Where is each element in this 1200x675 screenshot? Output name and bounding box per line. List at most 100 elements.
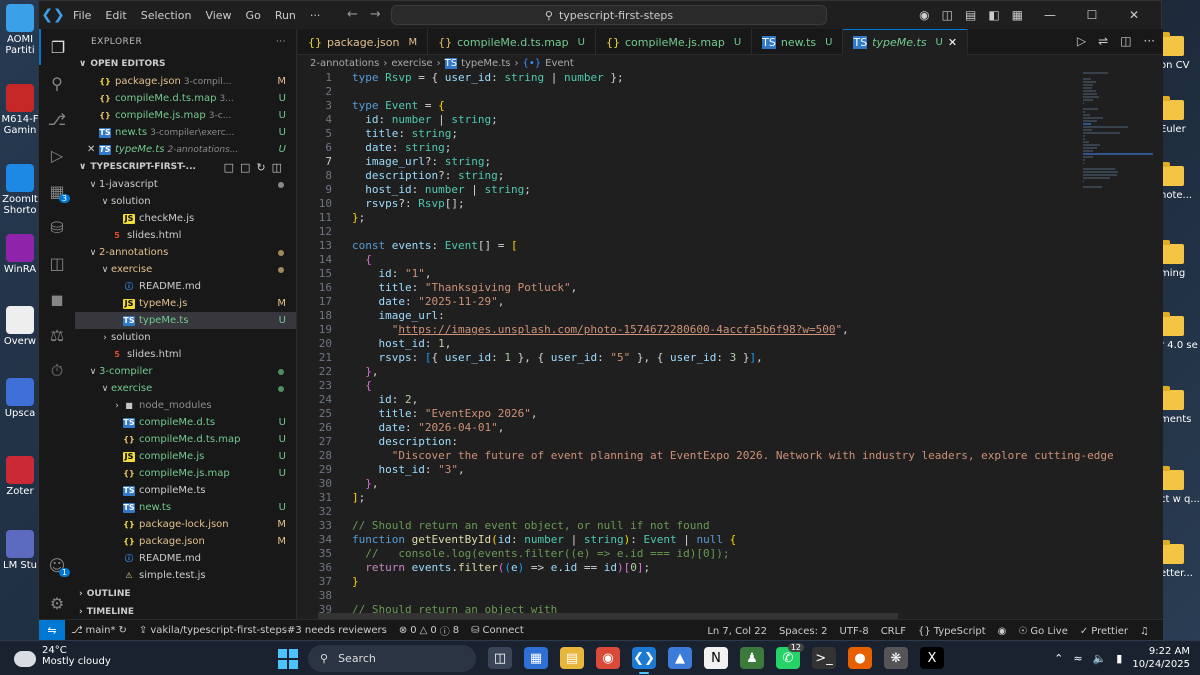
menu-item[interactable]: Run: [275, 9, 296, 22]
notifications-bell-icon[interactable]: ♫: [1134, 626, 1155, 637]
close-button[interactable]: ✕: [1119, 8, 1149, 22]
file-explorer-icon[interactable]: ▤: [560, 647, 584, 669]
minimap[interactable]: [1083, 71, 1153, 231]
copilot-icon[interactable]: ◉: [919, 8, 929, 22]
customize-layout-icon[interactable]: ▦: [1012, 8, 1023, 22]
file-item[interactable]: JS typeMe.js M: [75, 295, 296, 312]
firefox-icon[interactable]: ●: [848, 647, 872, 669]
menu-item[interactable]: Selection: [141, 9, 192, 22]
menu-item[interactable]: File: [73, 9, 91, 22]
desktop-shortcut[interactable]: M614-F Gamin: [0, 84, 40, 136]
breadcrumb-item[interactable]: exercise: [391, 58, 432, 69]
database-icon[interactable]: ⛁: [39, 209, 75, 245]
tab-typeMe-ts[interactable]: TS typeMe.ts U ✕: [843, 29, 969, 55]
accounts-icon[interactable]: ☺ 1: [39, 547, 75, 583]
folder-item[interactable]: ∨ 1-javascript: [75, 176, 296, 193]
outline-header[interactable]: › OUTLINE: [75, 585, 296, 603]
file-item[interactable]: 5 slides.html: [75, 227, 296, 244]
branch-indicator[interactable]: ⎇ main* ↻: [65, 625, 133, 636]
file-item[interactable]: ⓘ README.md: [75, 550, 296, 567]
open-editor-item[interactable]: {} package.json 3-compil... M: [75, 73, 296, 90]
more-actions-icon[interactable]: ···: [276, 37, 286, 47]
chevron-up-icon[interactable]: ⌃: [1054, 652, 1063, 665]
file-item[interactable]: JS compileMe.js U: [75, 448, 296, 465]
run-debug-icon[interactable]: ▷: [39, 137, 75, 173]
file-item[interactable]: TS compileMe.d.ts U: [75, 414, 296, 431]
folder-item[interactable]: ∨ 3-compiler: [75, 363, 296, 380]
file-item[interactable]: 5 slides.html: [75, 346, 296, 363]
open-editor-item[interactable]: ✕ TS typeMe.ts 2-annotations... U: [75, 141, 296, 158]
split-editor-icon[interactable]: ◫: [1120, 34, 1131, 48]
notion-icon[interactable]: N: [704, 647, 728, 669]
desktop-file[interactable]: note...: [1160, 162, 1200, 201]
copilot-status-icon[interactable]: ◉: [992, 626, 1013, 637]
menu-item[interactable]: ···: [310, 9, 321, 22]
file-item[interactable]: JS checkMe.js: [75, 210, 296, 227]
close-icon[interactable]: ✕: [948, 36, 957, 49]
run-icon[interactable]: ▷: [1077, 34, 1086, 48]
timeline-icon[interactable]: ⏱: [39, 353, 75, 389]
folder-item[interactable]: ∨ exercise: [75, 261, 296, 278]
breadcrumb-item[interactable]: Event: [545, 58, 574, 69]
indentation[interactable]: Spaces: 2: [773, 626, 834, 637]
nav-arrows[interactable]: ←→: [347, 7, 393, 22]
line-ending[interactable]: CRLF: [875, 626, 912, 637]
start-button[interactable]: [278, 649, 298, 669]
file-item[interactable]: › ■ node_modules: [75, 397, 296, 414]
task-view-icon[interactable]: ◫: [488, 647, 512, 669]
desktop-file[interactable]: ments: [1160, 386, 1200, 425]
chrome-icon[interactable]: ◉: [596, 647, 620, 669]
desktop-shortcut[interactable]: Zoter: [0, 456, 40, 497]
source-control-icon[interactable]: ⎇: [39, 101, 75, 137]
folder-item[interactable]: ∨ solution: [75, 193, 296, 210]
tab-compileMe-d-ts-map[interactable]: {} compileMe.d.ts.map U: [428, 29, 596, 55]
connect-button[interactable]: ⛁ Connect: [465, 625, 530, 636]
file-item[interactable]: TS new.ts U: [75, 499, 296, 516]
desktop-file[interactable]: etter...: [1160, 540, 1200, 579]
go-live-button[interactable]: ☉ Go Live: [1012, 626, 1073, 637]
file-item[interactable]: {} compileMe.js.map U: [75, 465, 296, 482]
open-editor-item[interactable]: {} compileMe.js.map 3-c... U: [75, 107, 296, 124]
desktop-file[interactable]: on CV: [1160, 32, 1200, 71]
store-icon[interactable]: ▦: [524, 647, 548, 669]
desktop-shortcut[interactable]: WinRA: [0, 234, 40, 275]
problems-indicator[interactable]: ⊗ 0 △ 0 ⓘ 8: [393, 623, 465, 638]
wifi-icon[interactable]: ≈: [1073, 652, 1082, 665]
maximize-button[interactable]: ☐: [1077, 8, 1107, 22]
close-icon[interactable]: ✕: [87, 144, 99, 155]
explorer-icon[interactable]: ❐: [39, 29, 75, 65]
file-item[interactable]: {} package.json M: [75, 533, 296, 550]
desktop-shortcut[interactable]: Upsca: [0, 378, 40, 419]
chess-icon[interactable]: ♟: [740, 647, 764, 669]
menu-item[interactable]: View: [205, 9, 231, 22]
menu-item[interactable]: Edit: [105, 9, 126, 22]
folder-item[interactable]: ∨ exercise: [75, 380, 296, 397]
code-editor[interactable]: 1 type Rsvp = { user_id: string | number …: [298, 71, 1118, 619]
open-editors-header[interactable]: ∨ OPEN EDITORS: [75, 55, 296, 73]
cursor-position[interactable]: Ln 7, Col 22: [701, 626, 773, 637]
terminal-icon[interactable]: >_: [812, 647, 836, 669]
encoding[interactable]: UTF-8: [834, 626, 875, 637]
testing-icon[interactable]: ⚖: [39, 317, 75, 353]
file-item[interactable]: {} compileMe.d.ts.map U: [75, 431, 296, 448]
weather-widget[interactable]: 24°C Mostly cloudy: [14, 645, 111, 667]
explorer-actions[interactable]: □□↻◫: [224, 161, 288, 174]
file-item[interactable]: TS typeMe.ts U: [75, 312, 296, 329]
language-mode[interactable]: {} TypeScript: [912, 626, 992, 637]
workspace-header[interactable]: ∨ TYPESCRIPT-FIRST-... □□↻◫: [75, 158, 296, 176]
desktop-file[interactable]: Euler: [1160, 96, 1200, 135]
tab-package-json[interactable]: {} package.json M: [298, 29, 429, 55]
chatgpt-icon[interactable]: ❋: [884, 647, 908, 669]
desktop-shortcut[interactable]: Overw: [0, 306, 40, 347]
vscode-taskbar-icon[interactable]: ❮❯: [632, 647, 656, 674]
settings-gear-icon[interactable]: ⚙: [39, 585, 75, 621]
prettier-status[interactable]: ✓ Prettier: [1074, 626, 1134, 637]
file-item[interactable]: ⚠ simple.test.js: [75, 567, 296, 584]
file-item[interactable]: TS compileMe.ts: [75, 482, 296, 499]
desktop-shortcut[interactable]: ZoomIt Shorto: [0, 164, 40, 216]
folder-item[interactable]: › solution: [75, 329, 296, 346]
layout-toggle-icon[interactable]: ◫: [942, 8, 953, 22]
clock[interactable]: 9:22 AM 10/24/2025: [1132, 645, 1190, 671]
compare-icon[interactable]: ⇌: [1098, 34, 1108, 48]
x-icon[interactable]: X: [920, 647, 944, 669]
